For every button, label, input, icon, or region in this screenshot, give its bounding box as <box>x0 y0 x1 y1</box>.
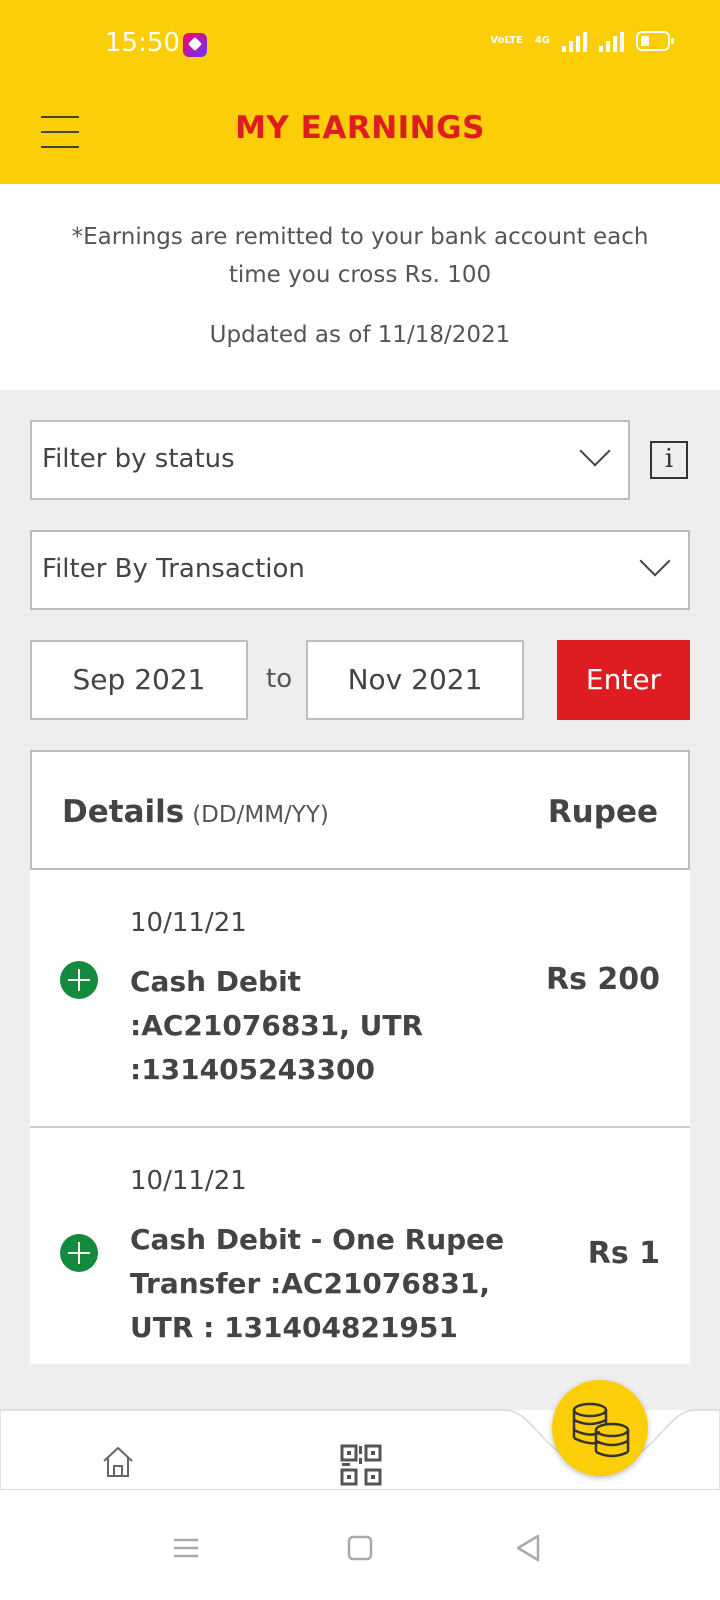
transaction-description: Cash Debit - One Rupee Transfer :AC21076… <box>130 1223 505 1344</box>
transaction-row[interactable]: 10/11/21 Cash Debit :AC21076831, UTR :13… <box>30 870 690 1128</box>
transaction-row[interactable]: 10/11/21 Cash Debit - One Rupee Transfer… <box>30 1128 690 1364</box>
plus-circle-icon <box>60 1234 98 1272</box>
app-header: MY EARNINGS <box>0 92 720 184</box>
info-section: *Earnings are remitted to your bank acco… <box>0 184 720 390</box>
signal-icon-2 <box>599 30 624 52</box>
plus-circle-icon <box>60 961 98 999</box>
home-icon[interactable] <box>100 1444 136 1480</box>
page-title: MY EARNINGS <box>235 110 485 146</box>
filter-status-label: Filter by status <box>42 444 235 474</box>
chevron-down-icon <box>579 435 611 467</box>
updated-note: Updated as of 11/18/2021 <box>209 322 511 348</box>
info-icon[interactable]: i <box>650 441 688 479</box>
enter-button[interactable]: Enter <box>557 640 690 720</box>
status-time: 15:50 <box>105 28 180 58</box>
coins-icon <box>572 1402 630 1458</box>
details-title: Details (DD/MM/YY) <box>62 794 329 830</box>
transaction-date: 10/11/21 <box>130 1166 247 1196</box>
amount-header: Rupee <box>547 794 658 830</box>
status-icons: VoLTE 4G <box>490 30 674 52</box>
qr-code-icon[interactable] <box>340 1444 382 1486</box>
to-month-picker[interactable]: Nov 2021 <box>306 640 524 720</box>
transaction-amount: Rs 200 <box>545 962 660 997</box>
filter-transaction-label: Filter By Transaction <box>42 554 305 584</box>
transaction-date: 10/11/21 <box>130 908 247 938</box>
notification-app-icon <box>183 33 207 57</box>
signal-icon <box>562 30 587 52</box>
earnings-fab-button[interactable] <box>552 1380 648 1476</box>
system-nav-bar <box>0 1500 720 1600</box>
date-format-label: (DD/MM/YY) <box>192 802 329 828</box>
status-bar: 15:50 VoLTE 4G <box>0 0 720 92</box>
transaction-amount: Rs 1 <box>587 1236 660 1271</box>
filter-status-select[interactable]: Filter by status <box>30 420 630 500</box>
details-header: Details (DD/MM/YY) Rupee <box>30 750 690 870</box>
to-label: to <box>266 664 293 694</box>
filter-transaction-select[interactable]: Filter By Transaction <box>30 530 690 610</box>
volte-indicator: VoLTE <box>490 35 523 46</box>
network-type-label: 4G <box>534 35 550 46</box>
menu-icon[interactable] <box>166 1528 206 1568</box>
chevron-down-icon <box>639 545 671 577</box>
home-square-icon[interactable] <box>340 1528 380 1568</box>
back-triangle-icon[interactable] <box>508 1528 548 1568</box>
remit-note: *Earnings are remitted to your bank acco… <box>71 224 649 288</box>
from-month-picker[interactable]: Sep 2021 <box>30 640 248 720</box>
transaction-description: Cash Debit :AC21076831, UTR :13140524330… <box>130 965 424 1086</box>
battery-icon <box>636 31 674 51</box>
